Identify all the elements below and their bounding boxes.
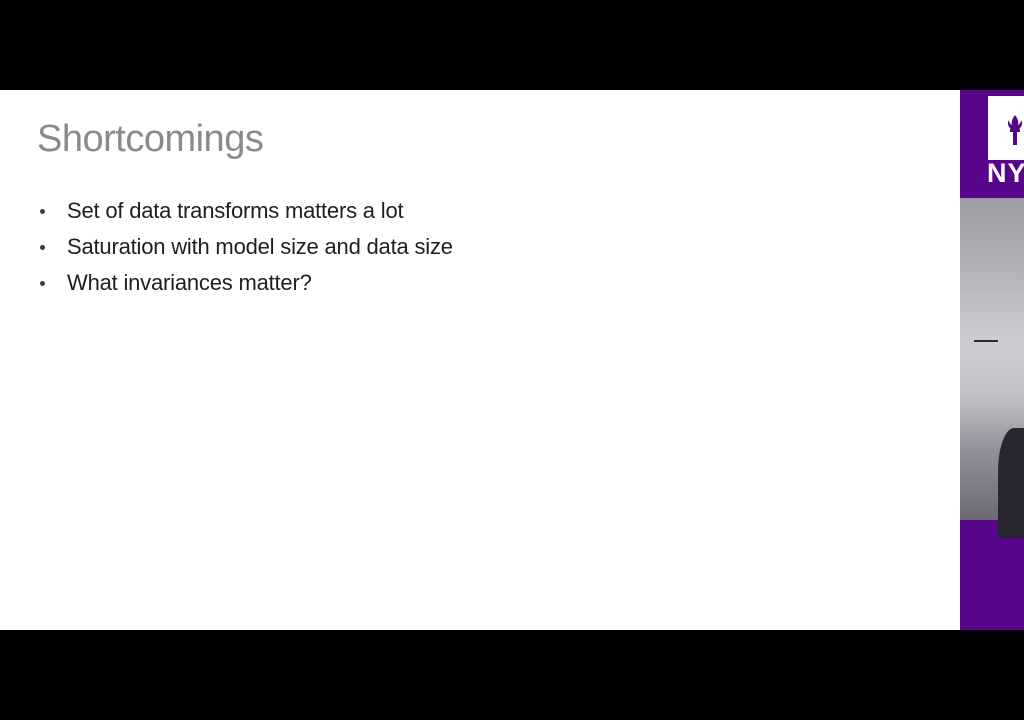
letterbox-bottom bbox=[0, 630, 1024, 720]
video-person bbox=[998, 428, 1024, 538]
logo-text: NY bbox=[987, 158, 1024, 188]
bullet-item: Saturation with model size and data size bbox=[38, 232, 453, 268]
bullet-dot-icon bbox=[40, 245, 45, 250]
video-detail bbox=[974, 340, 998, 342]
speaker-sidebar: NY bbox=[960, 90, 1024, 630]
bullet-dot-icon bbox=[40, 209, 45, 214]
nyu-logo bbox=[988, 96, 1024, 160]
bullet-text: Saturation with model size and data size bbox=[67, 234, 453, 259]
bullet-dot-icon bbox=[40, 281, 45, 286]
slide-title: Shortcomings bbox=[37, 118, 264, 160]
letterbox-top bbox=[0, 0, 1024, 90]
bullet-item: What invariances matter? bbox=[38, 268, 453, 304]
bullet-item: Set of data transforms matters a lot bbox=[38, 196, 453, 232]
presentation-slide: Shortcomings Set of data transforms matt… bbox=[0, 90, 960, 630]
webcam-video bbox=[960, 198, 1024, 538]
bullet-text: Set of data transforms matters a lot bbox=[67, 198, 404, 223]
bullet-text: What invariances matter? bbox=[67, 270, 312, 295]
bullet-list: Set of data transforms matters a lot Sat… bbox=[38, 196, 453, 304]
torch-icon bbox=[1007, 115, 1023, 145]
